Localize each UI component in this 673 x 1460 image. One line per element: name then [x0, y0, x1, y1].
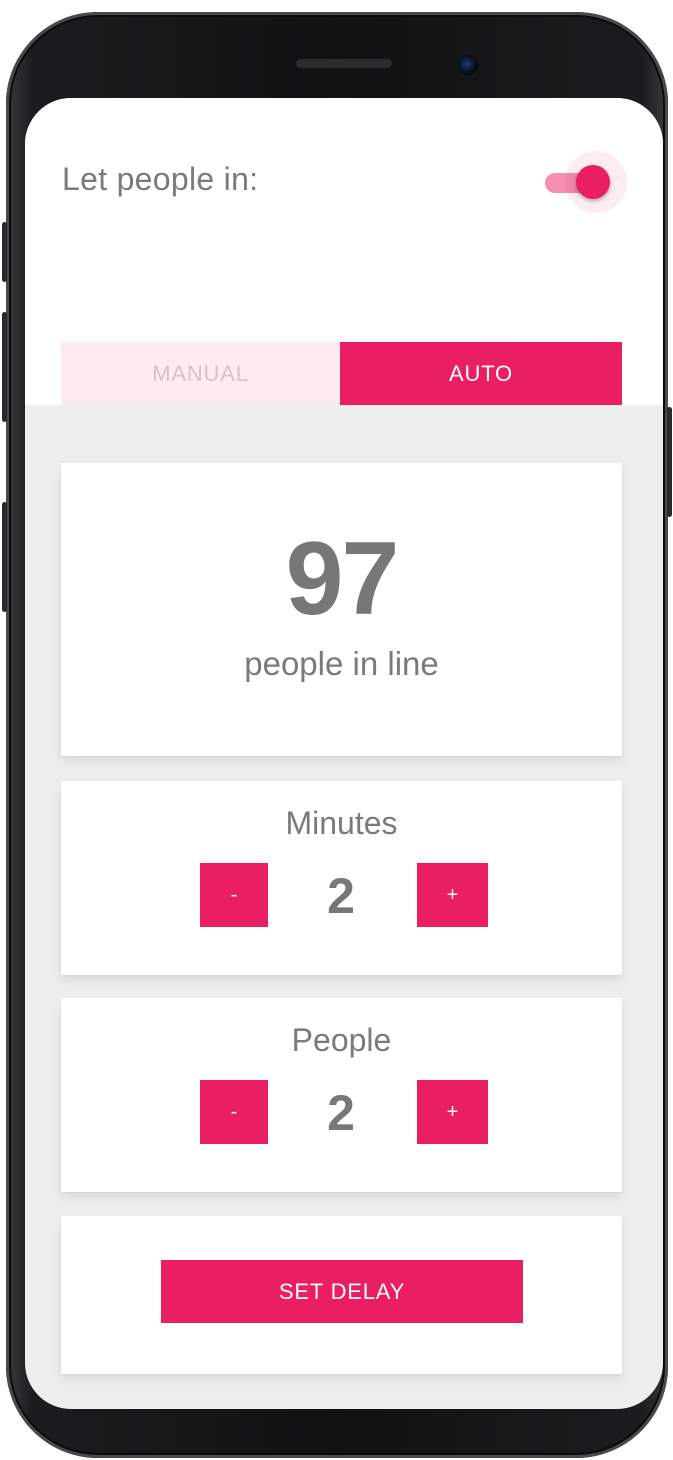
minutes-increment-button[interactable]: +	[417, 863, 488, 927]
toggle-knob	[576, 165, 610, 199]
let-people-in-toggle[interactable]	[545, 151, 627, 213]
set-delay-card: SET DELAY	[61, 1216, 622, 1374]
phone-side-button	[2, 222, 7, 282]
phone-frame: Let people in: MANUAL AUTO 97 people in …	[2, 12, 672, 1458]
header-area: Let people in: MANUAL AUTO	[25, 98, 663, 405]
let-people-in-label: Let people in:	[62, 161, 259, 197]
phone-power-button	[667, 407, 672, 517]
tab-manual[interactable]: MANUAL	[61, 342, 340, 405]
minutes-decrement-button[interactable]: -	[200, 863, 268, 927]
mode-tabs: MANUAL AUTO	[61, 342, 622, 405]
people-increment-button[interactable]: +	[417, 1080, 488, 1144]
people-value: 2	[327, 1085, 355, 1141]
app-screen: Let people in: MANUAL AUTO 97 people in …	[25, 98, 663, 1409]
phone-speaker	[296, 59, 392, 68]
people-decrement-button[interactable]: -	[200, 1080, 268, 1144]
people-title: People	[291, 1022, 392, 1058]
device-stage: Let people in: MANUAL AUTO 97 people in …	[0, 0, 673, 1460]
people-card: People - 2 +	[61, 998, 622, 1192]
front-camera-icon	[458, 55, 478, 75]
minutes-card: Minutes - 2 +	[61, 781, 622, 975]
set-delay-button[interactable]: SET DELAY	[161, 1260, 523, 1323]
minutes-value: 2	[327, 868, 355, 924]
queue-count-card: 97 people in line	[61, 463, 622, 756]
people-in-line-count: 97	[285, 521, 400, 637]
people-in-line-label: people in line	[244, 645, 439, 682]
phone-side-button	[2, 502, 7, 612]
tab-auto[interactable]: AUTO	[340, 342, 622, 405]
phone-side-button	[2, 312, 7, 422]
minutes-title: Minutes	[285, 805, 398, 841]
